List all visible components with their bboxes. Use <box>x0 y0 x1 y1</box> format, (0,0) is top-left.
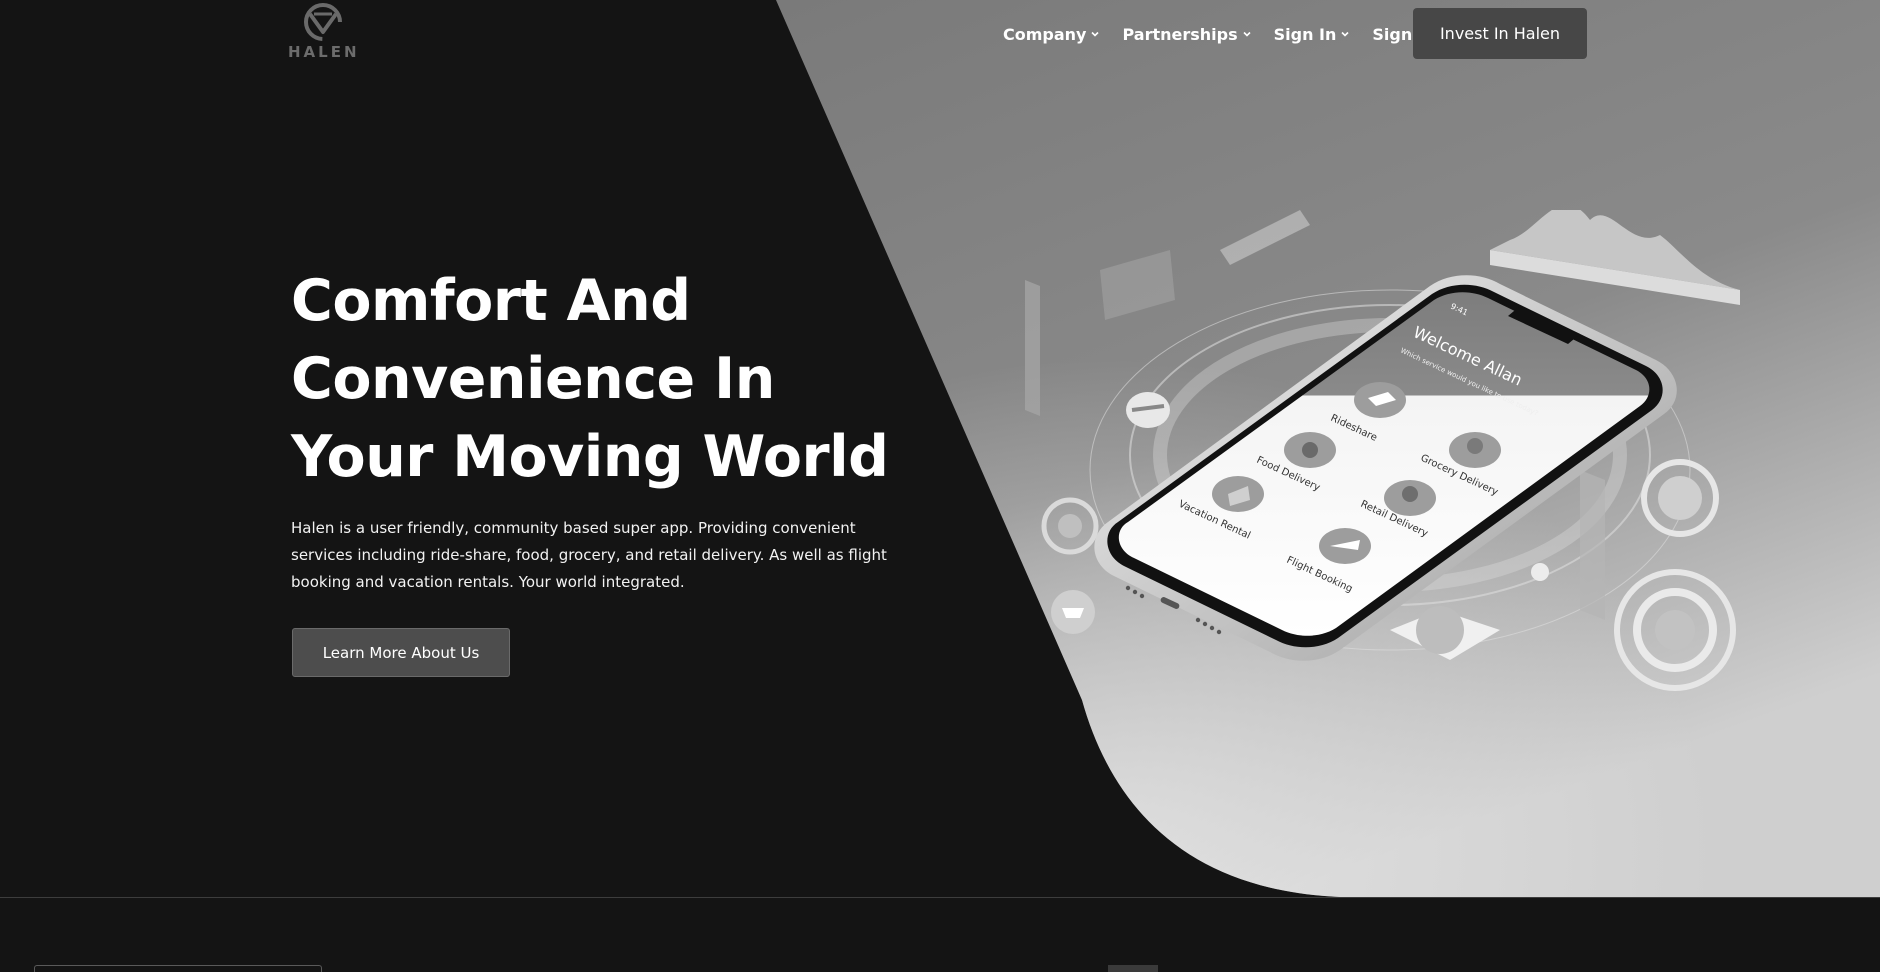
nav-item-partnerships[interactable]: Partnerships <box>1122 25 1251 44</box>
nav-item-sign-in[interactable]: Sign In <box>1274 25 1351 44</box>
nav-item-label: Company <box>1003 24 1087 44</box>
next-section-card-edge <box>34 965 322 972</box>
phone-illustration: 9:41 Welcome Allan Which service would y… <box>1025 210 1740 691</box>
next-section <box>0 898 1880 972</box>
nav-item-company[interactable]: Company <box>1003 25 1100 44</box>
hero-title: Comfort And Convenience In Your Moving W… <box>291 262 911 496</box>
logo-mark-icon <box>304 3 342 41</box>
hero-title-line: Convenience In <box>291 346 775 412</box>
decor-cloud <box>1490 210 1740 305</box>
nav-item-label: Partnerships <box>1122 24 1238 44</box>
hero-title-line: Comfort And <box>291 268 691 334</box>
invest-button[interactable]: Invest In Halen <box>1413 8 1587 59</box>
page: HALEN Company Partnerships Sign In Sign … <box>0 0 1880 972</box>
hero-description: Halen is a user friendly, community base… <box>291 519 887 591</box>
hero-section: HALEN Company Partnerships Sign In Sign … <box>0 0 1880 897</box>
hero-title-line: Your Moving World <box>291 424 889 490</box>
chevron-down-icon <box>1091 31 1100 37</box>
chevron-down-icon <box>1243 31 1251 37</box>
next-section-block <box>1108 965 1158 972</box>
main-nav: Company Partnerships Sign In Sign Up <box>1003 22 1478 46</box>
halen-logo[interactable]: HALEN <box>288 2 358 68</box>
chevron-down-icon <box>1341 31 1349 37</box>
logo-wordmark: HALEN <box>288 43 360 61</box>
nav-item-label: Sign In <box>1273 24 1337 44</box>
learn-more-button[interactable]: Learn More About Us <box>292 628 510 677</box>
